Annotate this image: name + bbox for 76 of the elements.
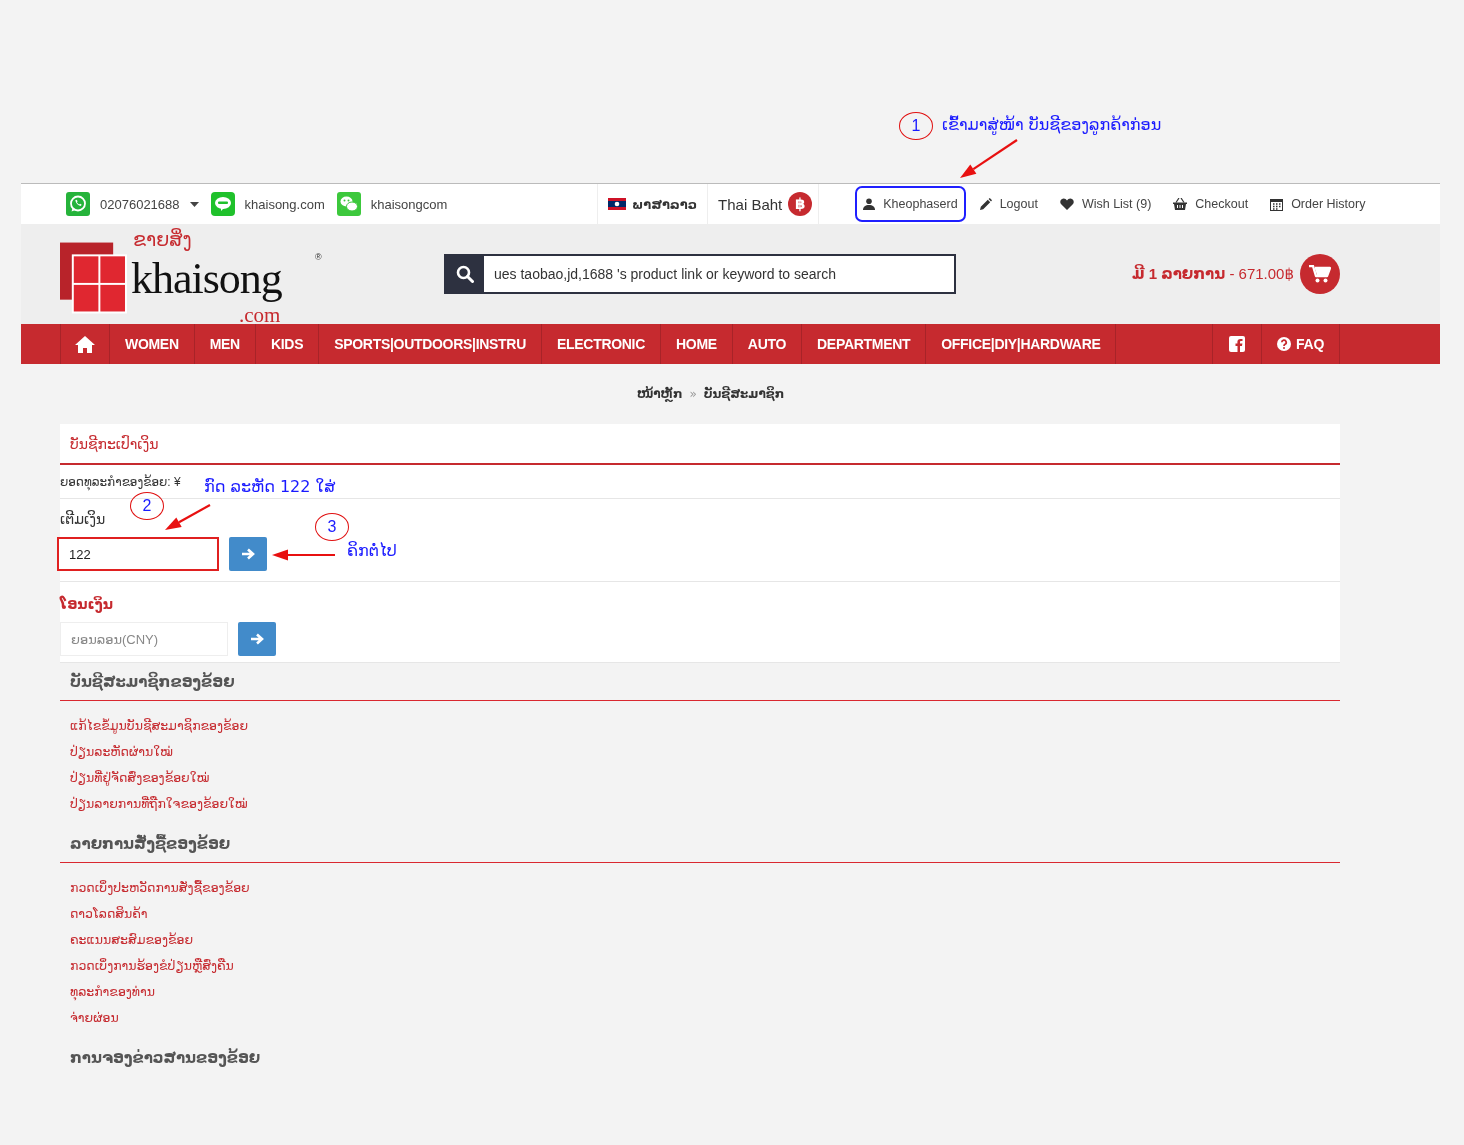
top-link[interactable]: Order History	[1262, 186, 1374, 222]
nav-link[interactable]: MEN	[194, 324, 256, 364]
nav-link[interactable]: SPORTS|OUTDOORS|INSTRU	[319, 324, 542, 364]
transfer-field[interactable]: ຍອນລອນ(CNY)	[60, 622, 228, 656]
flag-icon	[608, 198, 626, 210]
nav-link[interactable]: AUTO	[732, 324, 803, 364]
cart-summary: ມີ 1 ລາຍການ - 671.00฿	[1131, 265, 1294, 283]
facebook-link[interactable]	[1212, 324, 1263, 364]
section-heading: ບັນຊີສະມາຊິກຂອງຂ້ອຍ	[60, 663, 1340, 701]
account-link[interactable]: ດາວໂລດສິນຄ້າ	[70, 901, 148, 927]
facebook-icon	[1229, 336, 1246, 352]
annotation-text: ເຂົ້າມາສູ່ໜ້າ ບັນຊີຂອງລູກຄ້າກ່ອນ	[942, 115, 1162, 134]
field-label: ເຕີມເງິນ	[60, 511, 106, 527]
account-link[interactable]: ປ່ຽນລາຍການທີ່ຖືກໃຈຂອງຂ້ອຍໃໝ່	[70, 791, 248, 817]
account-link[interactable]: ກວດເບິ່ງການຮ້ອງຂໍປ່ຽນຫຼືສົ່ງຄືນ	[70, 953, 234, 979]
search-button[interactable]	[446, 256, 484, 292]
breadcrumb-separator: »	[689, 387, 697, 401]
next-button[interactable]	[238, 622, 276, 656]
contact-text: khaisongcom	[370, 196, 448, 212]
nav-link[interactable]: KIDS	[255, 324, 320, 364]
top-link[interactable]: Checkout	[1165, 186, 1257, 222]
caret-icon[interactable]	[189, 201, 199, 207]
field-label: ໂອນເງິນ	[60, 596, 113, 612]
registered-mark: ®	[314, 252, 322, 262]
account-link[interactable]: ຈ່າຍຜ່ອນ	[70, 1005, 119, 1031]
next-button[interactable]	[229, 537, 267, 571]
section-heading: ລາຍການສັ່ງຊື້ຂອງຂ້ອຍ	[60, 825, 1340, 863]
arrow-right-icon	[250, 633, 264, 645]
nav-link[interactable]: OFFICE|DIY|HARDWARE	[926, 324, 1117, 364]
account-link[interactable]: ປ່ຽນລະຫັດຜ່ານໃໝ່	[70, 739, 173, 765]
breadcrumb-link[interactable]: ໜ້າຫຼັກ	[636, 387, 683, 401]
home-icon	[75, 335, 95, 353]
contact-text: 02076021688	[100, 196, 180, 212]
search-bar[interactable]: ues taobao,jd,1688 's product link or keyword to search	[444, 254, 956, 294]
arrow	[960, 139, 1018, 178]
top-link[interactable]: Wish List (9)	[1051, 186, 1160, 222]
chat-bubble-icon	[210, 192, 235, 216]
logo-text: ຂາຍສິ່ງ	[132, 228, 192, 252]
account-link[interactable]: ປ່ຽນທີ່ຢູ່ຈັດສົ່ງຂອງຂ້ອຍໃໝ່	[70, 765, 210, 791]
arrow-right-icon	[241, 548, 255, 560]
account-link[interactable]: ກວດເບິ່ງປະຫວັດການສັ່ງຊື້ຂອງຂ້ອຍ	[70, 875, 250, 901]
chat-bubbles-icon	[336, 192, 361, 216]
contact-text: khaisong.com	[244, 196, 325, 212]
annotation-text: ກົດ ລະຫັດ 122 ໃສ່	[204, 477, 336, 496]
calendar-icon	[1270, 197, 1284, 211]
logo-squares-icon	[60, 242, 127, 314]
account-link[interactable]: ຄະແນນສະສົມຂອງຂ້ອຍ	[70, 927, 193, 953]
pencil-icon	[979, 198, 992, 210]
logo-text: khaisong	[130, 253, 282, 304]
cart-button[interactable]	[1300, 254, 1340, 294]
nav-link[interactable]: DEPARTMENT	[802, 324, 927, 364]
home-link[interactable]	[60, 324, 110, 364]
nav-link[interactable]: ELECTRONIC	[542, 324, 661, 364]
user-icon	[863, 198, 876, 210]
top-link[interactable]: Kheophaserd	[855, 186, 966, 222]
phone-chat-icon	[66, 192, 90, 216]
cart-icon	[1309, 265, 1331, 283]
account-link[interactable]: ແກ້ໄຂຂໍ້ມູນບັນຊີສະມາຊິກຂອງຂ້ອຍ	[70, 713, 249, 739]
amount-field[interactable]: 122	[57, 537, 219, 571]
section-heading: ການຈອງຂ່າວສານຂອງຂ້ອຍ	[69, 1047, 262, 1069]
annotation-text: ຄິກຕໍ່ໄປ	[347, 541, 397, 560]
currency-badge: ฿	[788, 192, 813, 216]
balance-text: ຍອດທຸລະກຳຂອງຂ້ອຍ: ¥	[60, 474, 181, 489]
search-icon	[456, 265, 474, 283]
breadcrumb-current: ບັນຊີສະມາຊິກ	[703, 387, 785, 401]
nav-link[interactable]: WOMEN	[110, 324, 195, 364]
nav-link[interactable]: HOME	[661, 324, 733, 364]
faq-link[interactable]: FAQ	[1262, 324, 1340, 364]
basket-icon	[1173, 198, 1188, 210]
top-link[interactable]: Logout	[971, 186, 1046, 222]
question-icon	[1277, 337, 1292, 351]
heart-icon	[1059, 198, 1074, 210]
account-link[interactable]: ທຸລະກຳຂອງທ່ານ	[70, 979, 155, 1005]
logo-text: .com	[238, 305, 281, 325]
arrow	[272, 549, 335, 561]
arrow	[165, 504, 211, 530]
